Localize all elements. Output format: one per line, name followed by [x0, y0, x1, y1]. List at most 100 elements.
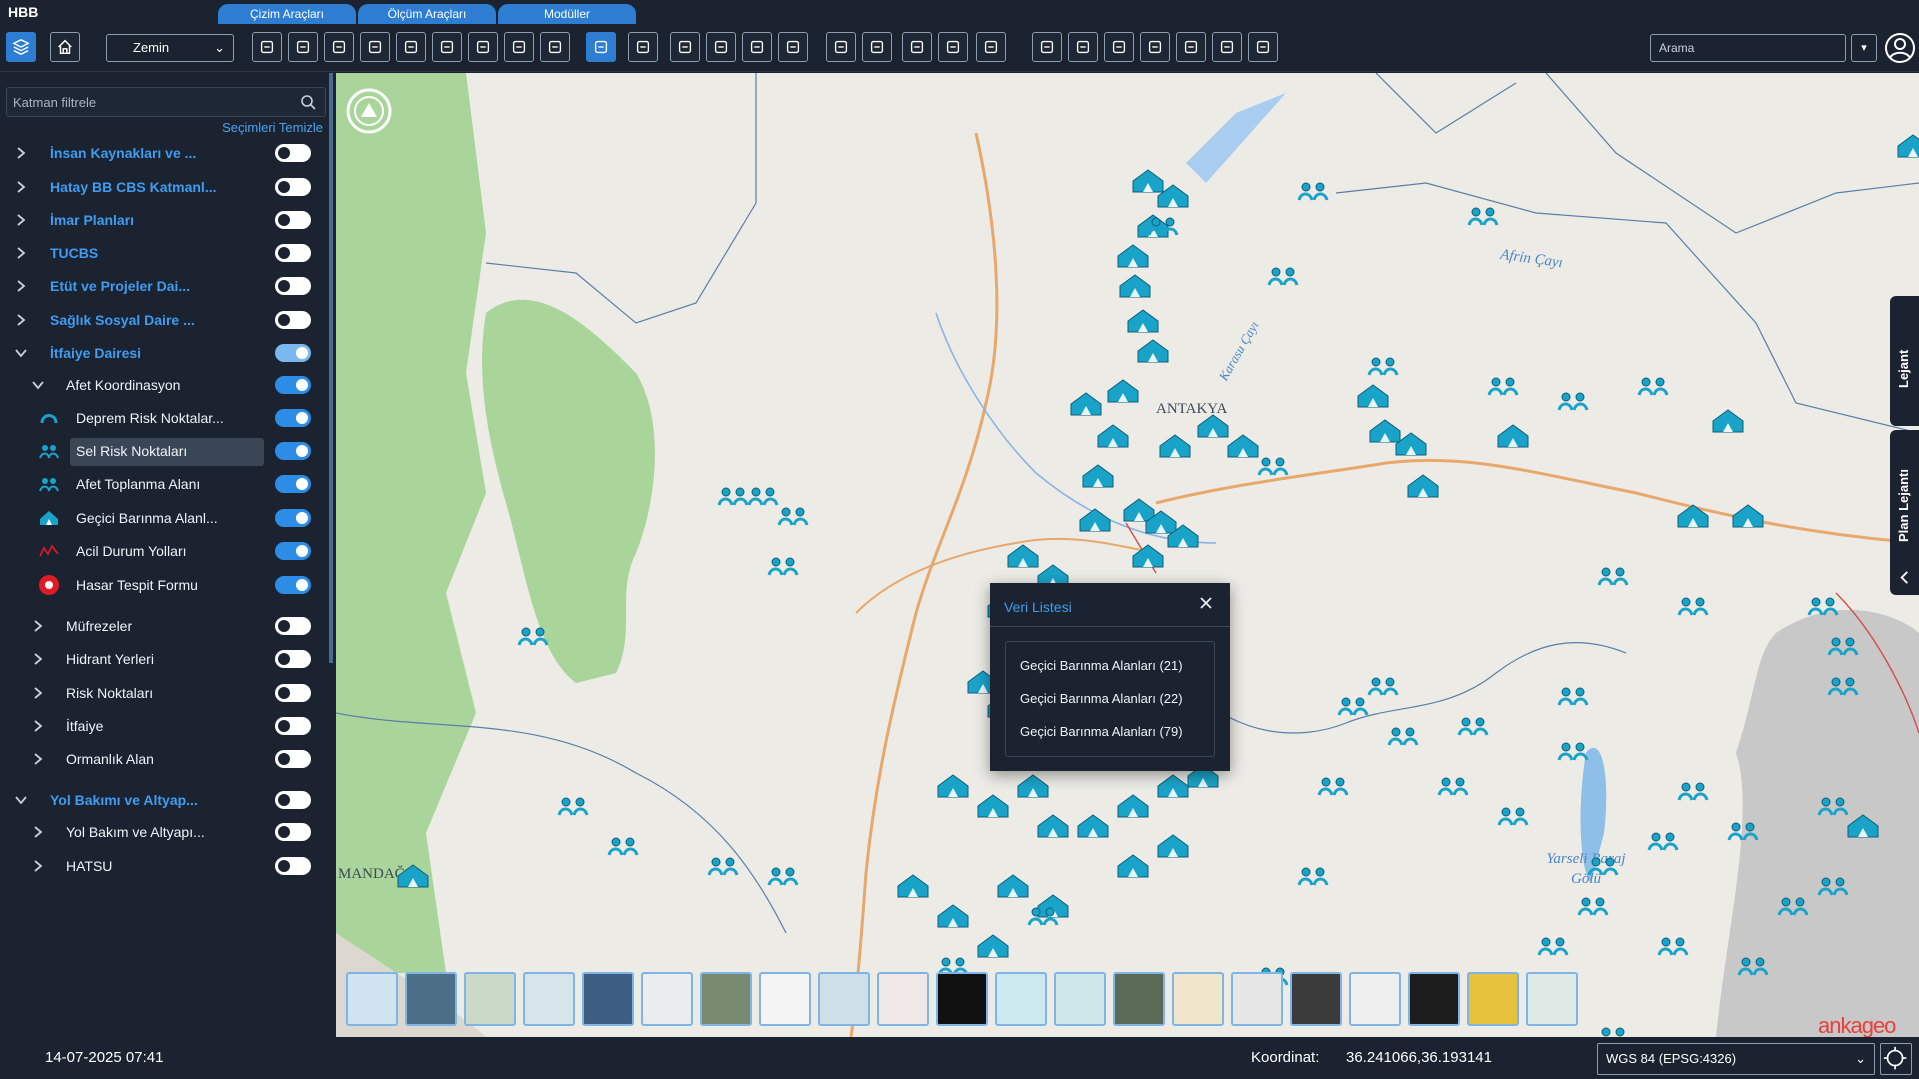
assembly-marker-icon[interactable]: [1816, 793, 1850, 819]
shelter-marker-icon[interactable]: [976, 793, 1010, 819]
basemap-thumbnail[interactable]: [405, 972, 457, 1026]
assembly-marker-icon[interactable]: [1776, 893, 1810, 919]
measure-area-button[interactable]: [902, 32, 932, 62]
layer-visibility-toggle[interactable]: [275, 617, 311, 635]
shelter-marker-icon[interactable]: [1166, 523, 1200, 549]
shelter-marker-icon[interactable]: [1226, 433, 1260, 459]
tab-measure-tools[interactable]: Ölçüm Araçları: [358, 4, 496, 24]
layer-row[interactable]: Müfrezeler: [0, 611, 325, 641]
chevron-down-icon[interactable]: [14, 346, 28, 360]
basemap-thumbnail[interactable]: [582, 972, 634, 1026]
assembly-marker-icon[interactable]: [1556, 388, 1590, 414]
assembly-marker-icon[interactable]: [1436, 773, 1470, 799]
split-button[interactable]: [468, 32, 498, 62]
layer-visibility-toggle[interactable]: [275, 409, 311, 427]
pin-button[interactable]: [742, 32, 772, 62]
shelter-marker-icon[interactable]: [1394, 431, 1428, 457]
assembly-marker-icon[interactable]: [556, 793, 590, 819]
assembly-marker-icon[interactable]: [606, 833, 640, 859]
layer-visibility-toggle[interactable]: [275, 442, 311, 460]
assembly-marker-icon[interactable]: [1736, 953, 1770, 979]
assembly-marker-icon[interactable]: [1586, 853, 1620, 879]
chevron-right-icon[interactable]: [31, 719, 45, 733]
assembly-marker-icon[interactable]: [766, 863, 800, 889]
fullscreen-button[interactable]: [706, 32, 736, 62]
shelter-marker-icon[interactable]: [1731, 503, 1765, 529]
layer-visibility-toggle[interactable]: [275, 244, 311, 262]
layer-panel-scrollbar[interactable]: [329, 73, 333, 663]
clear-selections-link[interactable]: Seçimleri Temizle: [222, 120, 323, 135]
layer-visibility-toggle[interactable]: [275, 823, 311, 841]
clock-button[interactable]: [1248, 32, 1278, 62]
layer-row[interactable]: Risk Noktaları: [0, 678, 325, 708]
layer-row[interactable]: Ormanlık Alan: [0, 744, 325, 774]
layer-filter-input[interactable]: [6, 87, 326, 117]
layer-row[interactable]: Yol Bakımı ve Altyap...: [0, 785, 325, 815]
chevron-right-icon[interactable]: [14, 213, 28, 227]
assembly-marker-icon[interactable]: [1366, 673, 1400, 699]
assembly-marker-icon[interactable]: [1296, 178, 1330, 204]
assembly-marker-icon[interactable]: [746, 483, 780, 509]
layer-row[interactable]: İnsan Kaynakları ve ...: [0, 138, 325, 168]
popup-item[interactable]: Geçici Barınma Alanları (21): [1020, 658, 1183, 673]
assembly-marker-icon[interactable]: [1026, 903, 1060, 929]
layer-visibility-toggle[interactable]: [275, 178, 311, 196]
shelter-marker-icon[interactable]: [996, 873, 1030, 899]
basemap-thumbnail[interactable]: [936, 972, 988, 1026]
chevron-down-icon[interactable]: [31, 378, 45, 392]
basemap-thumbnail[interactable]: [700, 972, 752, 1026]
layer-row[interactable]: Hasar Tespit Formu: [0, 570, 325, 600]
assembly-marker-icon[interactable]: [1806, 593, 1840, 619]
assembly-marker-icon[interactable]: [1676, 593, 1710, 619]
layer-visibility-toggle[interactable]: [275, 211, 311, 229]
layer-row[interactable]: Hatay BB CBS Katmanl...: [0, 172, 325, 202]
assembly-marker-icon[interactable]: [1826, 673, 1860, 699]
shelter-marker-icon[interactable]: [1156, 183, 1190, 209]
shelter-marker-icon[interactable]: [1116, 853, 1150, 879]
basemap-thumbnail[interactable]: [759, 972, 811, 1026]
download-button[interactable]: [1032, 32, 1062, 62]
measure-line-button[interactable]: [862, 32, 892, 62]
assembly-marker-icon[interactable]: [516, 623, 550, 649]
shelter-marker-icon[interactable]: [1896, 133, 1919, 159]
assembly-marker-icon[interactable]: [1726, 818, 1760, 844]
basemap-thumbnail[interactable]: [877, 972, 929, 1026]
locate-button[interactable]: [1880, 1043, 1912, 1075]
assembly-marker-icon[interactable]: [1556, 738, 1590, 764]
layer-row[interactable]: Deprem Risk Noktalar...: [0, 403, 325, 433]
assembly-marker-icon[interactable]: [1256, 453, 1290, 479]
bus-button[interactable]: [1176, 32, 1206, 62]
assembly-marker-icon[interactable]: [1266, 263, 1300, 289]
basemap-thumbnail[interactable]: [995, 972, 1047, 1026]
assembly-marker-icon[interactable]: [1676, 778, 1710, 804]
table-button[interactable]: [670, 32, 700, 62]
layer-visibility-toggle[interactable]: [275, 344, 311, 362]
shelter-marker-icon[interactable]: [936, 773, 970, 799]
legend-tab[interactable]: Lejant: [1890, 296, 1919, 426]
popup-item[interactable]: Geçici Barınma Alanları (79): [1020, 724, 1183, 739]
shelter-marker-icon[interactable]: [396, 863, 430, 889]
chevron-right-icon[interactable]: [31, 825, 45, 839]
chevron-right-icon[interactable]: [14, 146, 28, 160]
shelter-marker-icon[interactable]: [1081, 463, 1115, 489]
chevron-down-icon[interactable]: [14, 793, 28, 807]
basemap-select[interactable]: Zemin ⌄: [106, 34, 234, 62]
search-input[interactable]: [1650, 34, 1846, 62]
shelter-marker-icon[interactable]: [1156, 833, 1190, 859]
assembly-marker-icon[interactable]: [1826, 633, 1860, 659]
select-button[interactable]: [628, 32, 658, 62]
layer-row[interactable]: Yol Bakım ve Altyapı...: [0, 817, 325, 847]
basemap-thumbnail[interactable]: [464, 972, 516, 1026]
trash-button[interactable]: [324, 32, 354, 62]
layers-button[interactable]: [6, 32, 36, 62]
basemap-thumbnail[interactable]: [1172, 972, 1224, 1026]
shelter-marker-icon[interactable]: [1676, 503, 1710, 529]
plan-legend-tab[interactable]: Plan Lejantı: [1890, 430, 1919, 595]
layer-row[interactable]: Geçici Barınma Alanl...: [0, 503, 325, 533]
layer-row[interactable]: Hidrant Yerleri: [0, 644, 325, 674]
shelter-marker-icon[interactable]: [1106, 378, 1140, 404]
layer-visibility-toggle[interactable]: [275, 144, 311, 162]
info-button[interactable]: [586, 32, 616, 62]
assembly-marker-icon[interactable]: [1366, 353, 1400, 379]
layer-visibility-toggle[interactable]: [275, 791, 311, 809]
